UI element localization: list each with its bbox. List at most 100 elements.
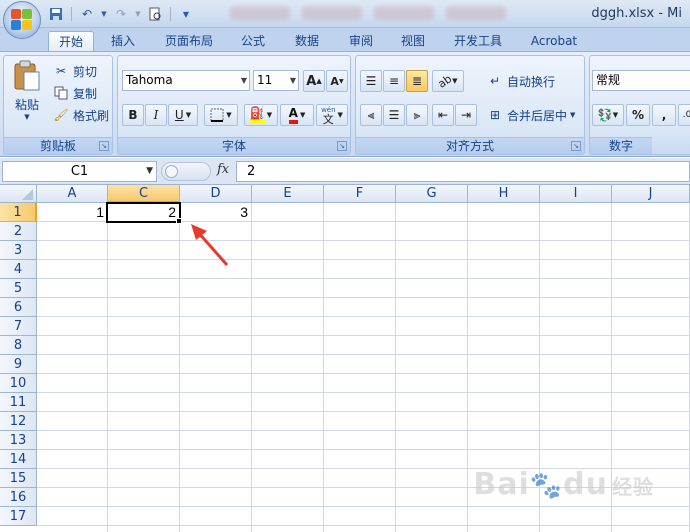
format-painter-button[interactable]: 🖌 格式刷 bbox=[52, 106, 109, 124]
number-format-value: 常规 bbox=[596, 73, 621, 87]
row-header-5[interactable]: 5 bbox=[0, 279, 37, 298]
fill-handle[interactable] bbox=[176, 218, 182, 224]
office-logo-icon bbox=[11, 9, 33, 31]
align-top-button[interactable]: ☰ bbox=[360, 70, 382, 92]
print-preview-icon[interactable] bbox=[145, 5, 165, 23]
column-header-a[interactable]: A bbox=[37, 185, 108, 203]
grow-font-button[interactable]: A ▲ bbox=[303, 70, 325, 92]
ribbon: 粘贴 ▼ ✂ 剪切 复制 🖌 格式刷 剪贴板 ↘ Tahoma ▼ 11 ▼ A… bbox=[0, 51, 690, 157]
increase-indent-button[interactable]: ⇥ bbox=[455, 104, 477, 126]
row-header-14[interactable]: 14 bbox=[0, 450, 37, 469]
align-middle-button[interactable]: ≡ bbox=[383, 70, 405, 92]
gridline bbox=[37, 354, 690, 355]
tab-data[interactable]: 数据 bbox=[285, 31, 329, 52]
bold-button[interactable]: B bbox=[122, 104, 144, 126]
tab-formulas[interactable]: 公式 bbox=[233, 31, 273, 52]
row-header-7[interactable]: 7 bbox=[0, 317, 37, 336]
comma-button[interactable]: , bbox=[652, 104, 676, 126]
font-size-select[interactable]: 11 ▼ bbox=[253, 70, 299, 91]
align-bottom-button[interactable]: ≣ bbox=[406, 70, 428, 92]
cut-button[interactable]: ✂ 剪切 bbox=[52, 62, 97, 80]
font-name-select[interactable]: Tahoma ▼ bbox=[122, 70, 250, 91]
clipboard-group-label: 剪贴板 bbox=[4, 137, 112, 154]
dialog-launcher-icon[interactable]: ↘ bbox=[337, 141, 347, 151]
tab-home[interactable]: 开始 bbox=[48, 31, 94, 52]
dialog-launcher-icon[interactable]: ↘ bbox=[99, 141, 109, 151]
row-header-11[interactable]: 11 bbox=[0, 393, 37, 412]
row-header-1[interactable]: 1 bbox=[0, 203, 37, 222]
group-number: 常规 💱 ▼ % , .0 数字 bbox=[589, 55, 690, 155]
underline-button[interactable]: U ▼ bbox=[168, 104, 198, 126]
insert-function-icon[interactable]: fx bbox=[217, 162, 229, 177]
row-header-3[interactable]: 3 bbox=[0, 241, 37, 260]
tab-developer[interactable]: 开发工具 bbox=[447, 31, 509, 52]
cell-d1[interactable]: 3 bbox=[180, 203, 251, 222]
paste-icon bbox=[14, 60, 40, 91]
row-header-6[interactable]: 6 bbox=[0, 298, 37, 317]
font-color-button[interactable]: A ▼ bbox=[280, 104, 314, 126]
column-header-h[interactable]: H bbox=[468, 185, 540, 203]
ribbon-tabs: 开始 插入 页面布局 公式 数据 审阅 视图 开发工具 Acrobat bbox=[0, 28, 690, 52]
wrap-text-button[interactable]: ↵ 自动换行 bbox=[486, 72, 555, 90]
tab-page-layout[interactable]: 页面布局 bbox=[155, 31, 223, 52]
column-header-g[interactable]: G bbox=[396, 185, 468, 203]
dialog-launcher-icon[interactable]: ↘ bbox=[571, 141, 581, 151]
baidu-watermark: Bai🐾du 经验 bbox=[473, 467, 654, 502]
redo-dropdown-icon[interactable]: ▼ bbox=[134, 5, 142, 23]
row-header-8[interactable]: 8 bbox=[0, 336, 37, 355]
column-header-e[interactable]: E bbox=[252, 185, 324, 203]
merge-center-button[interactable]: ⊞ 合并后居中 ▼ bbox=[486, 106, 575, 124]
tab-review[interactable]: 审阅 bbox=[341, 31, 381, 52]
font-name-value: Tahoma bbox=[126, 73, 173, 87]
currency-button[interactable]: 💱 ▼ bbox=[592, 104, 624, 126]
phonetic-button[interactable]: wén 文 ▼ bbox=[316, 104, 348, 126]
row-header-9[interactable]: 9 bbox=[0, 355, 37, 374]
chevron-down-icon[interactable]: ▼ bbox=[146, 162, 153, 181]
shrink-font-button[interactable]: A ▼ bbox=[326, 70, 348, 92]
spreadsheet-grid[interactable]: A C D E F G H I J 1 2 3 4 5 6 7 8 9 10 1… bbox=[0, 185, 690, 532]
name-box[interactable]: C1 ▼ bbox=[2, 161, 157, 182]
office-button[interactable] bbox=[3, 1, 41, 39]
row-header-10[interactable]: 10 bbox=[0, 374, 37, 393]
group-alignment: ☰ ≡ ≣ ab ▼ ↵ 自动换行 ⫷ ☰ ⫸ ⇤ ⇥ ⊞ 合并后居中 ▼ 对齐方… bbox=[355, 55, 585, 155]
column-header-d[interactable]: D bbox=[180, 185, 252, 203]
row-header-4[interactable]: 4 bbox=[0, 260, 37, 279]
tab-insert[interactable]: 插入 bbox=[100, 31, 146, 52]
column-header-f[interactable]: F bbox=[324, 185, 396, 203]
row-header-15[interactable]: 15 bbox=[0, 469, 37, 488]
column-header-j[interactable]: J bbox=[612, 185, 690, 203]
borders-button[interactable]: ▼ bbox=[204, 104, 238, 126]
undo-dropdown-icon[interactable]: ▼ bbox=[100, 5, 108, 23]
row-header-17[interactable]: 17 bbox=[0, 507, 37, 526]
align-right-button[interactable]: ⫸ bbox=[406, 104, 428, 126]
tab-acrobat[interactable]: Acrobat bbox=[522, 31, 586, 52]
column-header-i[interactable]: I bbox=[540, 185, 612, 203]
decrease-indent-button[interactable]: ⇤ bbox=[432, 104, 454, 126]
cell-a1[interactable]: 1 bbox=[37, 203, 107, 222]
number-format-select[interactable]: 常规 bbox=[592, 70, 690, 91]
column-header-c[interactable]: C bbox=[108, 185, 180, 203]
select-all-corner[interactable] bbox=[0, 185, 37, 203]
tab-view[interactable]: 视图 bbox=[393, 31, 433, 52]
customize-toolbar-icon[interactable]: ▼ bbox=[176, 5, 196, 23]
row-header-16[interactable]: 16 bbox=[0, 488, 37, 507]
formula-buttons[interactable] bbox=[161, 162, 211, 181]
row-header-12[interactable]: 12 bbox=[0, 412, 37, 431]
formula-input[interactable]: 2 bbox=[236, 161, 690, 182]
paste-button[interactable]: 粘贴 ▼ bbox=[10, 60, 44, 121]
italic-button[interactable]: I bbox=[145, 104, 167, 126]
fill-color-button[interactable]: ⛽ ▼ bbox=[244, 104, 278, 126]
merge-cells-icon: ⊞ bbox=[489, 108, 501, 122]
align-center-button[interactable]: ☰ bbox=[383, 104, 405, 126]
undo-icon[interactable]: ↶ bbox=[77, 5, 97, 23]
save-icon[interactable] bbox=[46, 5, 66, 23]
redo-icon[interactable]: ↷ bbox=[111, 5, 131, 23]
orientation-button[interactable]: ab ▼ bbox=[432, 70, 464, 92]
chevron-down-icon[interactable]: ▼ bbox=[24, 113, 29, 121]
row-header-2[interactable]: 2 bbox=[0, 222, 37, 241]
row-header-13[interactable]: 13 bbox=[0, 431, 37, 450]
align-left-button[interactable]: ⫷ bbox=[360, 104, 382, 126]
copy-button[interactable]: 复制 bbox=[52, 84, 97, 102]
increase-decimal-button[interactable]: .0 bbox=[678, 104, 690, 126]
percent-button[interactable]: % bbox=[626, 104, 650, 126]
